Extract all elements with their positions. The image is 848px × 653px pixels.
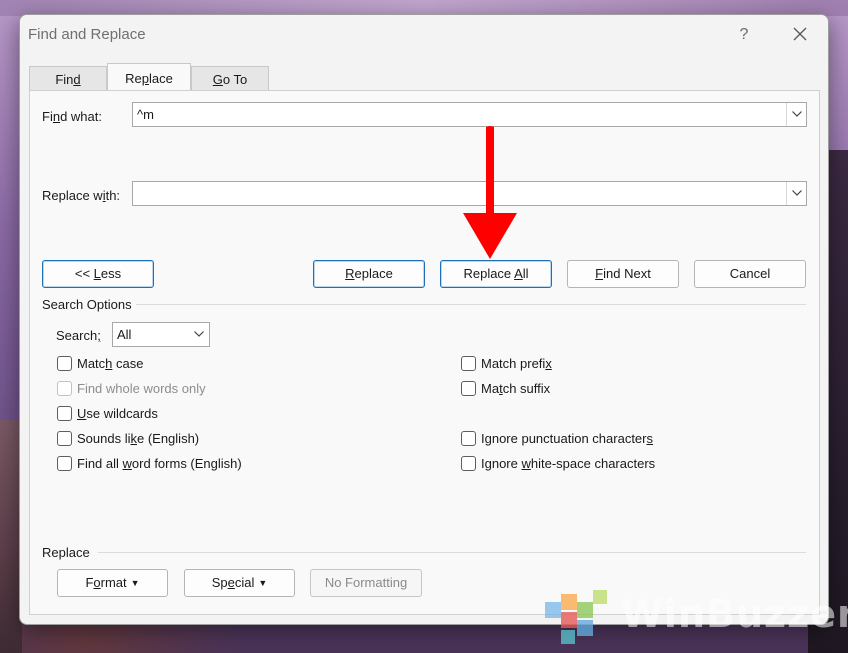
chevron-down-icon <box>194 331 204 337</box>
annotation-arrow <box>463 126 517 259</box>
checkbox-box[interactable] <box>461 431 476 446</box>
checkbox-box[interactable] <box>461 381 476 396</box>
help-button[interactable]: ? <box>732 23 756 47</box>
tab-go-to[interactable]: Go To <box>191 66 269 90</box>
close-icon <box>793 27 807 41</box>
chevron-down-icon <box>791 190 802 196</box>
caret-down-icon: ▼ <box>130 578 140 588</box>
find-what-value: ^m <box>137 107 154 122</box>
less-button[interactable]: << Less <box>42 260 154 288</box>
checkbox-box[interactable] <box>57 406 72 421</box>
checkbox-label: Match prefix <box>481 356 552 371</box>
checkbox-label: Match case <box>77 356 144 371</box>
checkbox-label: Find whole words only <box>77 381 206 396</box>
find-replace-dialog: Find and Replace ? Find Go To Replace Fi… <box>19 14 829 625</box>
checkbox-label: Ignore white-space characters <box>481 456 656 471</box>
search-direction-value: All <box>117 327 132 342</box>
checkbox-label: Ignore punctuation characters <box>481 431 653 446</box>
find-what-label: Find what: <box>42 109 102 124</box>
chevron-down-icon <box>791 111 802 117</box>
search-options-title: Search Options <box>42 297 132 312</box>
checkbox-label: Sounds like (English) <box>77 431 200 446</box>
checkbox-box[interactable] <box>57 456 72 471</box>
search-direction-dropdown[interactable] <box>189 323 209 346</box>
dialog-title: Find and Replace <box>28 26 146 43</box>
checkbox-box[interactable] <box>461 356 476 371</box>
find-next-button[interactable]: Find Next <box>567 260 679 288</box>
caret-down-icon: ▼ <box>258 578 268 588</box>
checkbox-label: Find all word forms (English) <box>77 456 242 471</box>
special-button[interactable]: Special ▼ <box>184 569 295 597</box>
search-direction-label: Search; <box>56 328 101 343</box>
no-formatting-button: No Formatting <box>310 569 422 597</box>
search-direction-select[interactable]: All <box>112 322 210 347</box>
winbuzzer-watermark: WinBuzzer <box>543 588 848 646</box>
checkbox-label: Match suffix <box>481 381 551 396</box>
checkbox-box[interactable] <box>461 456 476 471</box>
replace-all-button[interactable]: Replace All <box>440 260 552 288</box>
cancel-button[interactable]: Cancel <box>694 260 806 288</box>
checkbox-label: Use wildcards <box>77 406 158 421</box>
replace-group-title: Replace <box>42 545 90 560</box>
title-bar: Find and Replace ? <box>20 15 828 55</box>
search-options-divider <box>136 304 806 305</box>
replace-with-dropdown[interactable] <box>786 182 806 205</box>
replace-group-divider <box>98 552 806 553</box>
tab-find[interactable]: Find <box>29 66 107 90</box>
find-what-dropdown[interactable] <box>786 103 806 126</box>
replace-tab-panel: Find what: ^m Replace with: << Less Repl… <box>29 90 820 615</box>
replace-button[interactable]: Replace <box>313 260 425 288</box>
find-what-input[interactable]: ^m <box>132 102 807 127</box>
close-button[interactable] <box>787 23 813 47</box>
winbuzzer-logo-icon <box>545 590 607 644</box>
tab-replace[interactable]: Replace <box>107 63 191 91</box>
watermark-text: WinBuzzer <box>621 592 848 636</box>
checkbox-box[interactable] <box>57 431 72 446</box>
format-button[interactable]: Format ▼ <box>57 569 168 597</box>
checkbox-box <box>57 381 72 396</box>
checkbox-box[interactable] <box>57 356 72 371</box>
replace-with-label: Replace with: <box>42 188 121 203</box>
